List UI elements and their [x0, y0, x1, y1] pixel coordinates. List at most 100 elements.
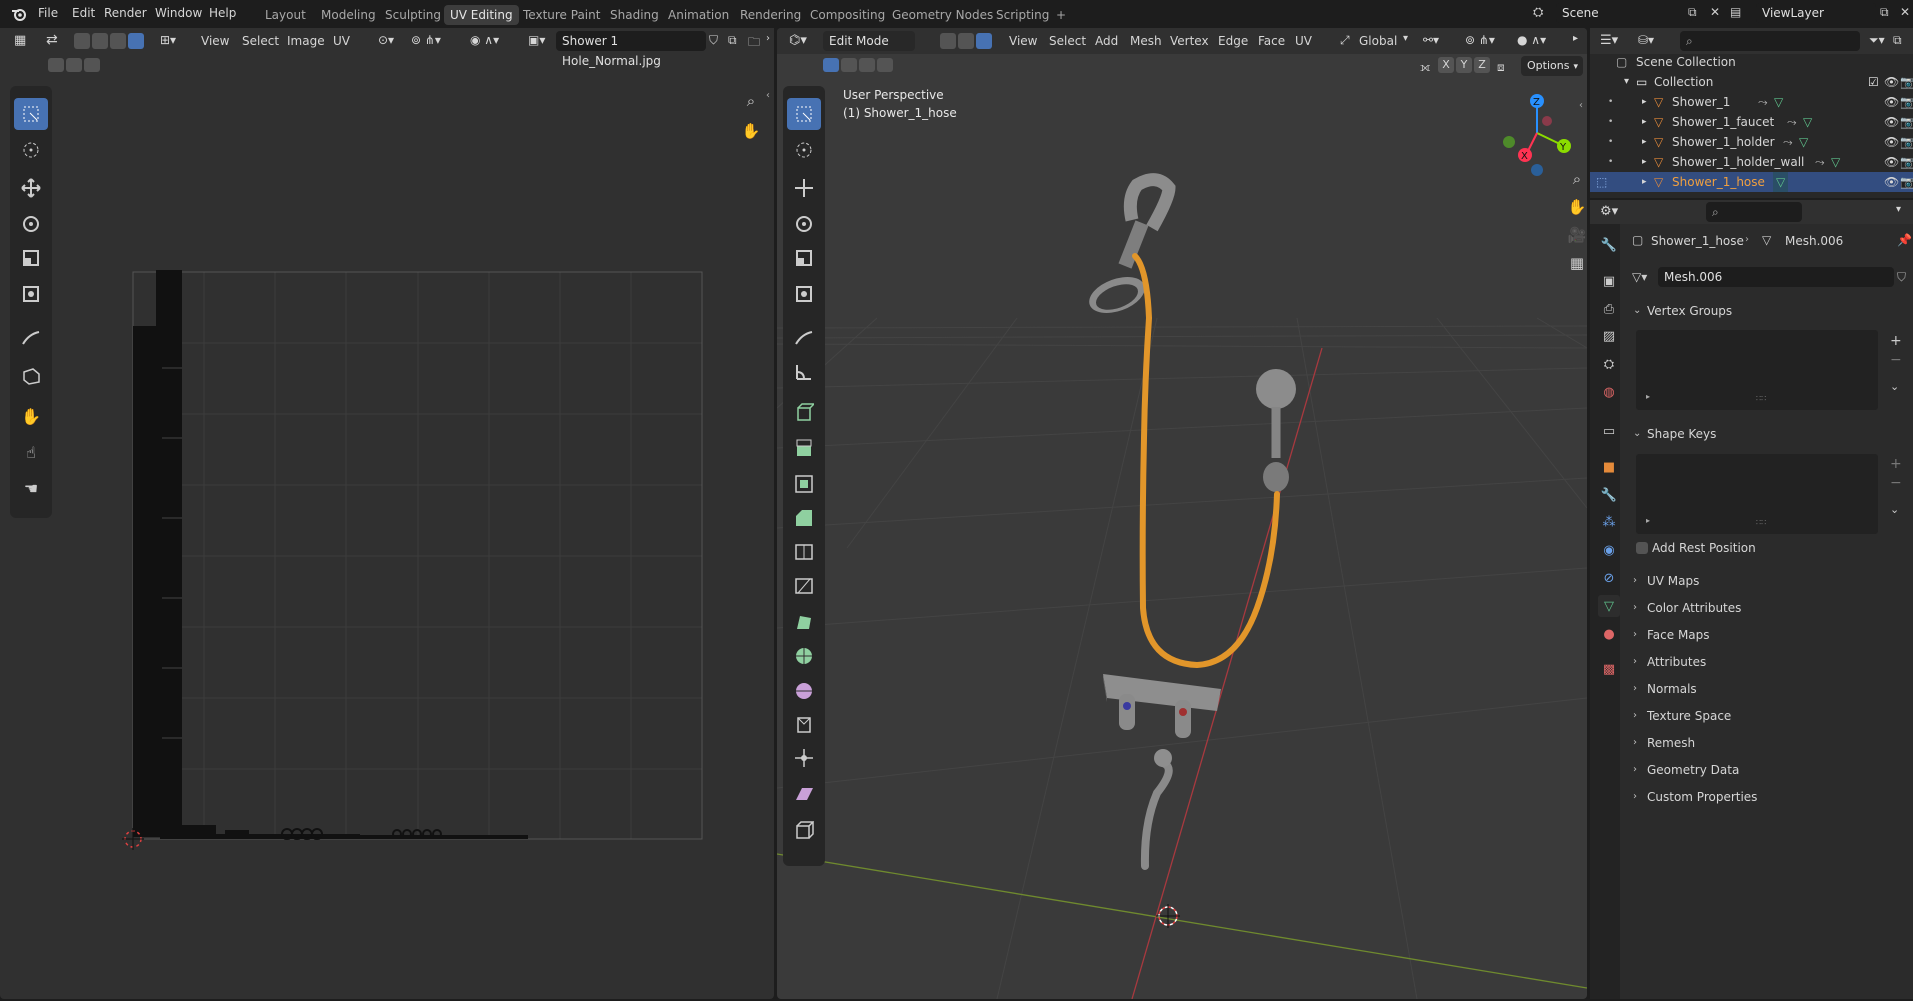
render-icon[interactable]: 📷 [1900, 152, 1913, 172]
vp-zoom-icon[interactable]: ⌕ [1564, 166, 1587, 192]
scene-icon[interactable]: ⛭ [1533, 5, 1543, 20]
orientation-label[interactable]: Global [1359, 34, 1397, 48]
rip-tool[interactable] [787, 814, 821, 846]
panel-attributes[interactable]: › Attributes [1625, 649, 1913, 675]
outliner-item-shower-1-faucet[interactable]: • ▸ ▽ Shower_1_faucet ⤳ ▽ 👁 📷 [1590, 112, 1913, 132]
panel-custom-properties[interactable]: › Custom Properties [1625, 784, 1913, 810]
vertex-groups-list[interactable]: ▸ ∷∷ [1636, 330, 1878, 410]
edge-select-icon[interactable] [958, 33, 974, 49]
expand-arrow-icon[interactable]: ▸ [1642, 132, 1647, 152]
orientation-dropdown-icon[interactable]: ▾ [1403, 33, 1408, 44]
new-image-icon[interactable]: ⧉ [728, 33, 737, 48]
hand-shower-mesh[interactable] [1256, 369, 1296, 492]
panel-texture-space[interactable]: › Texture Space [1625, 703, 1913, 729]
texture-tab-icon[interactable]: ▩ [1598, 658, 1620, 680]
mesh-browse-icon[interactable]: ▽▾ [1632, 270, 1647, 284]
render-icon[interactable]: 📷 [1900, 172, 1913, 192]
particles-tab-icon[interactable]: ⁂ [1598, 511, 1620, 533]
scene-tab-icon[interactable]: ⛭ [1598, 353, 1620, 375]
modifier-tab-icon[interactable]: 🔧 [1598, 484, 1620, 506]
poly-build-tool[interactable] [787, 606, 821, 638]
add-rest-position-checkbox[interactable] [1636, 542, 1648, 554]
outliner-filter-icon[interactable]: ⏷▾ [1869, 33, 1885, 48]
viewport-area[interactable]: ⌬▾ Edit Mode View Select Add Mesh Vertex… [777, 28, 1587, 999]
collection-visibility-icon[interactable]: 👁 [1884, 72, 1899, 92]
uv-menu-uv[interactable]: UV [333, 34, 350, 48]
panel-normals[interactable]: › Normals [1625, 676, 1913, 702]
transform-tool[interactable] [787, 278, 821, 310]
edge-slide-tool[interactable] [787, 708, 821, 740]
uv-grab-tool[interactable]: ✋ [14, 400, 48, 432]
tab-modeling[interactable]: Modeling [315, 5, 382, 25]
list-resize-handle[interactable]: ∷∷ [1756, 394, 1766, 403]
cursor-tool[interactable] [787, 134, 821, 166]
tab-animation[interactable]: Animation [662, 5, 735, 25]
panel-geometry-data[interactable]: › Geometry Data [1625, 757, 1913, 783]
panel-face-maps[interactable]: › Face Maps [1625, 622, 1913, 648]
tab-texture-paint[interactable]: Texture Paint [517, 5, 606, 25]
visibility-icon[interactable]: 👁 [1884, 132, 1899, 152]
uv-menu-view[interactable]: View [201, 34, 229, 48]
bevel-tool[interactable] [787, 502, 821, 534]
tab-compositing[interactable]: Compositing [804, 5, 891, 25]
outliner-collection[interactable]: ▾ ▭ Collection ☑ 👁 📷 [1590, 72, 1913, 92]
header-scroll-icon[interactable]: › [766, 33, 770, 44]
shape-key-menu-icon[interactable]: ⌄ [1890, 503, 1899, 516]
tab-layout[interactable]: Layout [259, 5, 312, 25]
uv-zoom-icon[interactable]: ⌕ [738, 88, 764, 114]
view-layer-icon[interactable]: ▤ [1730, 5, 1741, 19]
extrude-tool[interactable] [787, 432, 821, 464]
mirror-z-button[interactable]: Z [1474, 57, 1490, 73]
vp-menu-select[interactable]: Select [1049, 34, 1086, 48]
properties-search[interactable]: ⌕ [1706, 202, 1802, 222]
smooth-tool[interactable] [787, 674, 821, 706]
rotate-tool[interactable] [787, 208, 821, 240]
add-vertex-group-icon[interactable]: + [1890, 333, 1902, 349]
menu-file[interactable]: File [38, 6, 58, 20]
faucet-mesh[interactable] [1103, 674, 1221, 870]
vp-menu-add[interactable]: Add [1095, 34, 1118, 48]
menu-render[interactable]: Render [104, 6, 147, 20]
measure-tool[interactable] [787, 356, 821, 388]
new-scene-icon[interactable]: ⧉ [1688, 5, 1697, 20]
vp-menu-mesh[interactable]: Mesh [1130, 34, 1162, 48]
list-resize-handle[interactable]: ∷∷ [1756, 518, 1766, 527]
display-mode-icon[interactable]: ⛁▾ [1638, 33, 1654, 47]
vp-select-extend-icon[interactable] [841, 58, 857, 72]
view-layer-tab-icon[interactable]: ▨ [1598, 325, 1620, 347]
object-tab-icon[interactable]: ■ [1598, 456, 1620, 478]
outliner-item-shower-1-holder-wall[interactable]: • ▸ ▽ Shower_1_holder_wall ⤳ ▽ 👁 📷 [1590, 152, 1913, 172]
remove-vertex-group-icon[interactable]: − [1890, 352, 1902, 368]
uv-sync-icon[interactable]: ⇄ [46, 32, 58, 48]
menu-edit[interactable]: Edit [72, 6, 95, 20]
uv-relax-tool[interactable]: ☝ [14, 436, 48, 468]
snap-icon[interactable]: ⊚ ⋔▾ [411, 33, 441, 47]
vp-camera-icon[interactable]: 🎥 [1564, 222, 1587, 248]
uv-move-tool[interactable] [14, 172, 48, 204]
vp-select-new-icon[interactable] [823, 58, 839, 72]
visibility-icon[interactable]: 👁 [1884, 112, 1899, 132]
annotate-tool[interactable] [787, 322, 821, 354]
vp-menu-uv[interactable]: UV [1295, 34, 1312, 48]
viewport-editor-type-icon[interactable]: ⌬▾ [789, 33, 807, 48]
properties-editor-icon[interactable]: ⚙▾ [1600, 204, 1618, 219]
list-expand-icon[interactable]: ▸ [1646, 516, 1650, 525]
outliner-item-shower-1-hose[interactable]: ⬚ ▸ ▽ Shower_1_hose ▽ 👁 📷 [1590, 172, 1913, 192]
mirror-icon[interactable]: ⟗ [1420, 60, 1431, 75]
vp-menu-view[interactable]: View [1009, 34, 1037, 48]
uv-editor-area[interactable]: ▦ ⇄ ⊞▾ View Select Image UV ⊙▾ ⊚ ⋔▾ ◉ ∧▾… [0, 28, 774, 999]
edit-mode-icon[interactable]: ⬚ [1596, 172, 1607, 192]
collection-tab-icon[interactable]: ▭ [1598, 420, 1620, 442]
add-workspace-button[interactable]: + [1050, 5, 1072, 25]
scene-field[interactable]: Scene [1556, 3, 1692, 23]
sticky-select-icon[interactable]: ⊞▾ [160, 33, 176, 47]
delete-scene-icon[interactable]: ✕ [1710, 5, 1720, 19]
select-box-tool[interactable] [787, 98, 821, 130]
pin-icon[interactable]: 📌 [1897, 233, 1912, 247]
expand-arrow-icon[interactable]: ▸ [1642, 152, 1647, 172]
tab-sculpting[interactable]: Sculpting [379, 5, 447, 25]
expand-arrow-icon[interactable]: ▸ [1642, 92, 1647, 112]
physics-tab-icon[interactable]: ◉ [1598, 539, 1620, 561]
visibility-icon[interactable]: 👁 [1884, 92, 1899, 112]
list-expand-icon[interactable]: ▸ [1646, 392, 1650, 401]
